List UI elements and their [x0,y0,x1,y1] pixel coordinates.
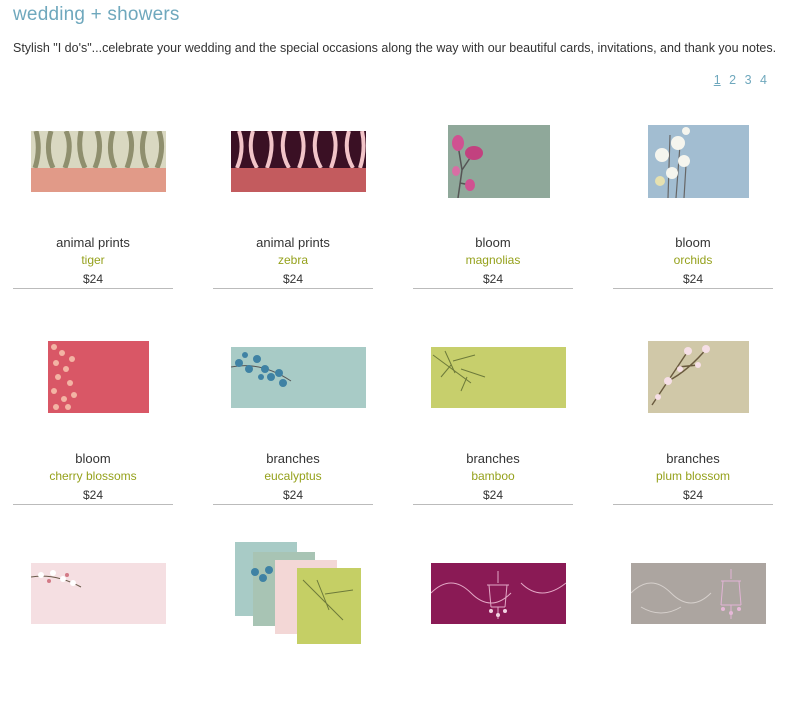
page-link-3[interactable]: 3 [745,73,752,87]
pagination: 1 2 3 4 [709,73,767,87]
product-price: $24 [482,272,504,286]
branches-collection-card-image[interactable] [213,532,373,660]
product-variant[interactable]: plum blossom [613,469,773,483]
product-price: $24 [482,488,504,502]
magnolia-card-image[interactable] [413,100,573,228]
product-card[interactable]: bloom orchids $24 [613,100,773,290]
cherry-blossom-card-image[interactable] [13,316,173,444]
eucalyptus-card-image[interactable] [213,316,373,444]
product-variant[interactable]: cherry blossoms [13,469,173,483]
product-card[interactable] [413,532,573,722]
product-name[interactable]: bloom [613,235,773,250]
orchid-card-image[interactable] [613,100,773,228]
product-card[interactable]: branches bamboo $24 [413,316,573,506]
product-price: $24 [682,488,704,502]
product-card[interactable]: branches eucalyptus $24 [213,316,373,506]
product-name[interactable]: branches [213,451,373,466]
bamboo-card-image[interactable] [413,316,573,444]
product-variant[interactable]: eucalyptus [213,469,373,483]
page-link-4[interactable]: 4 [760,73,767,87]
product-name[interactable]: animal prints [213,235,373,250]
product-card[interactable]: animal prints tiger $24 [13,100,173,290]
divider [213,288,373,289]
product-price: $24 [82,488,104,502]
page-intro: Stylish "I do's"...celebrate your weddin… [13,41,777,55]
product-variant[interactable]: tiger [13,253,173,267]
product-card[interactable]: bloom magnolias $24 [413,100,573,290]
divider [13,288,173,289]
divider [413,288,573,289]
product-name[interactable]: branches [613,451,773,466]
product-variant[interactable]: zebra [213,253,373,267]
divider [413,504,573,505]
product-card[interactable]: animal prints zebra $24 [213,100,373,290]
divider [13,504,173,505]
pink-blossom-card-image[interactable] [13,532,173,660]
product-name[interactable]: branches [413,451,573,466]
divider [613,288,773,289]
product-variant[interactable]: orchids [613,253,773,267]
product-name[interactable]: bloom [413,235,573,250]
product-variant[interactable]: bamboo [413,469,573,483]
product-price: $24 [282,272,304,286]
zebra-stripe-card-image[interactable] [213,100,373,228]
product-card[interactable] [613,532,773,722]
product-name[interactable]: animal prints [13,235,173,250]
product-price: $24 [682,272,704,286]
product-card[interactable] [213,532,373,722]
taupe-chandelier-card-image[interactable] [613,532,773,660]
plum-blossom-card-image[interactable] [613,316,773,444]
magenta-chandelier-card-image[interactable] [413,532,573,660]
product-card[interactable] [13,532,173,722]
product-card[interactable]: bloom cherry blossoms $24 [13,316,173,506]
product-price: $24 [82,272,104,286]
product-price: $24 [282,488,304,502]
product-card[interactable]: branches plum blossom $24 [613,316,773,506]
page-title: wedding + showers [13,4,180,25]
product-name[interactable]: bloom [13,451,173,466]
product-variant[interactable]: magnolias [413,253,573,267]
divider [213,504,373,505]
divider [613,504,773,505]
page-link-1[interactable]: 1 [714,73,721,87]
page-link-2[interactable]: 2 [729,73,736,87]
tiger-stripe-card-image[interactable] [13,100,173,228]
